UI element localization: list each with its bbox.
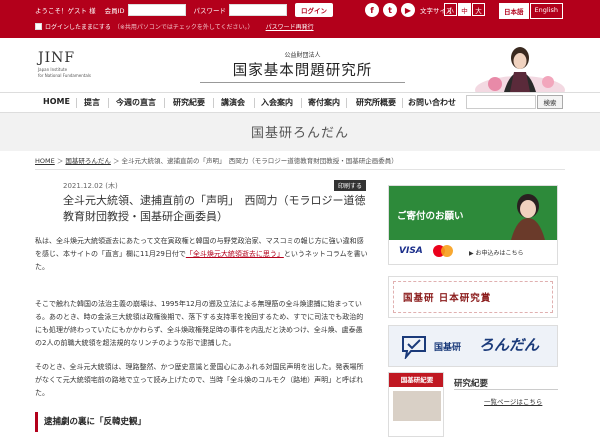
kenkyu-more-link[interactable]: 一覧ページはこちら: [484, 396, 542, 406]
mastercard-icon: [433, 245, 453, 257]
article-subheading: 逮捕劇の裏に「反韓史観」: [35, 412, 368, 432]
password-label: パスワード: [193, 7, 227, 15]
breadcrumb-sep: ＞: [112, 157, 122, 165]
top-bar: ようこそ！ゲスト 様 会員ID パスワード ログイン ログインしたままにする （…: [0, 0, 600, 38]
rondan-text-1: 国基研: [434, 343, 462, 353]
research-award-banner[interactable]: 国基研 日本研究賞: [388, 276, 558, 318]
donation-apply-link[interactable]: ▶ お申込みはこちら: [469, 248, 524, 257]
twitter-icon[interactable]: t: [383, 3, 397, 17]
article-title: 全斗元大統領、逮捕直前の「声明」 西岡力（モラロジー道徳教育財団教授・国基研企画…: [63, 194, 366, 223]
language-switcher: 日本語 English: [498, 3, 563, 19]
org-subtitle: 公益財団法人: [284, 52, 321, 59]
column-link[interactable]: 「全斗煥元大統領逝去に思う」: [186, 250, 284, 258]
section-title: 国基研ろんだん: [250, 126, 349, 141]
award-text: 国基研 日本研究賞: [403, 293, 492, 304]
visa-logo: VISA: [399, 246, 423, 256]
rondan-banner[interactable]: 国基研 ろんだん: [388, 325, 558, 367]
lang-japanese[interactable]: 日本語: [499, 3, 529, 19]
book-photo: [393, 391, 441, 421]
donation-banner[interactable]: ご寄付のお願い VISA ▶ お申込みはこちら: [388, 185, 558, 265]
article-paragraph-2: そこで触れた韓国の法治主義の崩壊は、1995年12月の遡及立法による無理筋の全斗…: [35, 300, 364, 347]
main-nav: HOME 提言 今週の直言 研究紀要 講演会 入会案内 寄付案内 研究所概要 お…: [0, 92, 600, 113]
article-date: 2021.12.02 (木): [63, 182, 118, 190]
font-size-small[interactable]: 小: [444, 3, 457, 16]
logo-sub1: Japan Institute: [38, 67, 68, 72]
password-reissue-link[interactable]: パスワード再発行: [266, 22, 314, 31]
site-header: JINF Japan Institute for National Fundam…: [0, 38, 600, 92]
keep-login-note: （※共用パソコンではチェックを外してください。）: [113, 24, 254, 31]
nav-divider: [254, 98, 255, 108]
article-paragraph-3: そのとき、全斗元大統領は、理路整然、かつ歴史意識と愛国心にあふれる対国民声明を出…: [35, 363, 364, 397]
member-id-input[interactable]: [127, 4, 186, 16]
font-size-buttons: 小 中 大: [443, 3, 485, 16]
kenkyu-kiyo-title: 研究紀要: [454, 379, 489, 389]
breadcrumb-home[interactable]: HOME: [35, 157, 55, 165]
keep-login-checkbox[interactable]: [35, 23, 42, 30]
article-paragraph-1: 私は、全斗煥元大統領逝去にあたって文在寅政権と韓国の与野党政治家、マスコミの報じ…: [35, 235, 368, 274]
nav-divider: [402, 98, 403, 108]
login-button[interactable]: ログイン: [295, 3, 334, 17]
youtube-icon[interactable]: ▶: [401, 3, 415, 17]
donation-portrait: [511, 194, 545, 240]
breadcrumb-parent[interactable]: 国基研ろんだん: [65, 157, 111, 165]
nav-gaiyo[interactable]: 研究所概要: [356, 97, 396, 108]
search-input[interactable]: [466, 95, 536, 109]
nav-nyukai[interactable]: 入会案内: [261, 97, 293, 108]
nav-divider: [301, 98, 302, 108]
keep-login-label: ログインしたままにする: [45, 24, 111, 31]
password-input[interactable]: [229, 4, 288, 16]
nav-teigen[interactable]: 提言: [84, 97, 100, 108]
nav-kiyo[interactable]: 研究紀要: [173, 97, 205, 108]
org-title: 公益財団法人 国家基本問題研究所: [200, 50, 405, 83]
book-header: 国基研紀要: [389, 373, 443, 387]
kiyo-book-image[interactable]: 国基研紀要: [388, 372, 444, 437]
donation-text: ご寄付のお願い: [397, 211, 464, 222]
facebook-icon[interactable]: f: [365, 3, 379, 17]
breadcrumb: HOME ＞ 国基研ろんだん ＞ 全斗元大統領、逮捕直前の「声明」 西岡力（モラ…: [35, 155, 565, 170]
org-name: 国家基本問題研究所: [232, 63, 373, 79]
login-form: ようこそ！ゲスト 様 会員ID パスワード ログイン: [35, 3, 334, 17]
nav-divider: [213, 98, 214, 108]
breadcrumb-current: 全斗元大統領、逮捕直前の「声明」 西岡力（モラロジー道徳教育財団教授・国基研企画…: [121, 157, 398, 165]
kenkyu-divider: [454, 389, 558, 390]
social-links: f t ▶: [365, 3, 419, 17]
nav-divider: [76, 98, 77, 108]
logo-text: JINF: [38, 50, 76, 66]
font-size-medium[interactable]: 中: [458, 3, 471, 16]
nav-kouenkai[interactable]: 講演会: [221, 97, 245, 108]
nav-kifu[interactable]: 寄付案内: [308, 97, 340, 108]
nav-divider: [346, 98, 347, 108]
president-portrait: [470, 38, 570, 92]
font-size-large[interactable]: 大: [472, 3, 485, 16]
speech-bubble-icon: [402, 336, 426, 359]
rondan-text-2: ろんだん: [479, 336, 540, 354]
nav-divider: [164, 98, 165, 108]
logo-sub2: for National Fundamentals: [38, 73, 91, 78]
nav-home[interactable]: HOME: [43, 97, 70, 106]
section-header: 国基研ろんだん: [0, 113, 600, 151]
welcome-text: ようこそ！ゲスト 様: [35, 7, 96, 15]
login-options: ログインしたままにする （※共用パソコンではチェックを外してください。） パスワ…: [35, 22, 314, 31]
search-button[interactable]: 検索: [537, 95, 563, 109]
member-id-label: 会員ID: [104, 7, 125, 15]
jinf-logo[interactable]: JINF Japan Institute for National Fundam…: [38, 50, 91, 78]
nav-contact[interactable]: お問い合わせ: [408, 97, 456, 108]
print-button[interactable]: 印刷する: [334, 180, 367, 191]
nav-divider: [108, 98, 109, 108]
lang-english[interactable]: English: [529, 3, 563, 19]
nav-chokugen[interactable]: 今週の直言: [116, 97, 156, 108]
